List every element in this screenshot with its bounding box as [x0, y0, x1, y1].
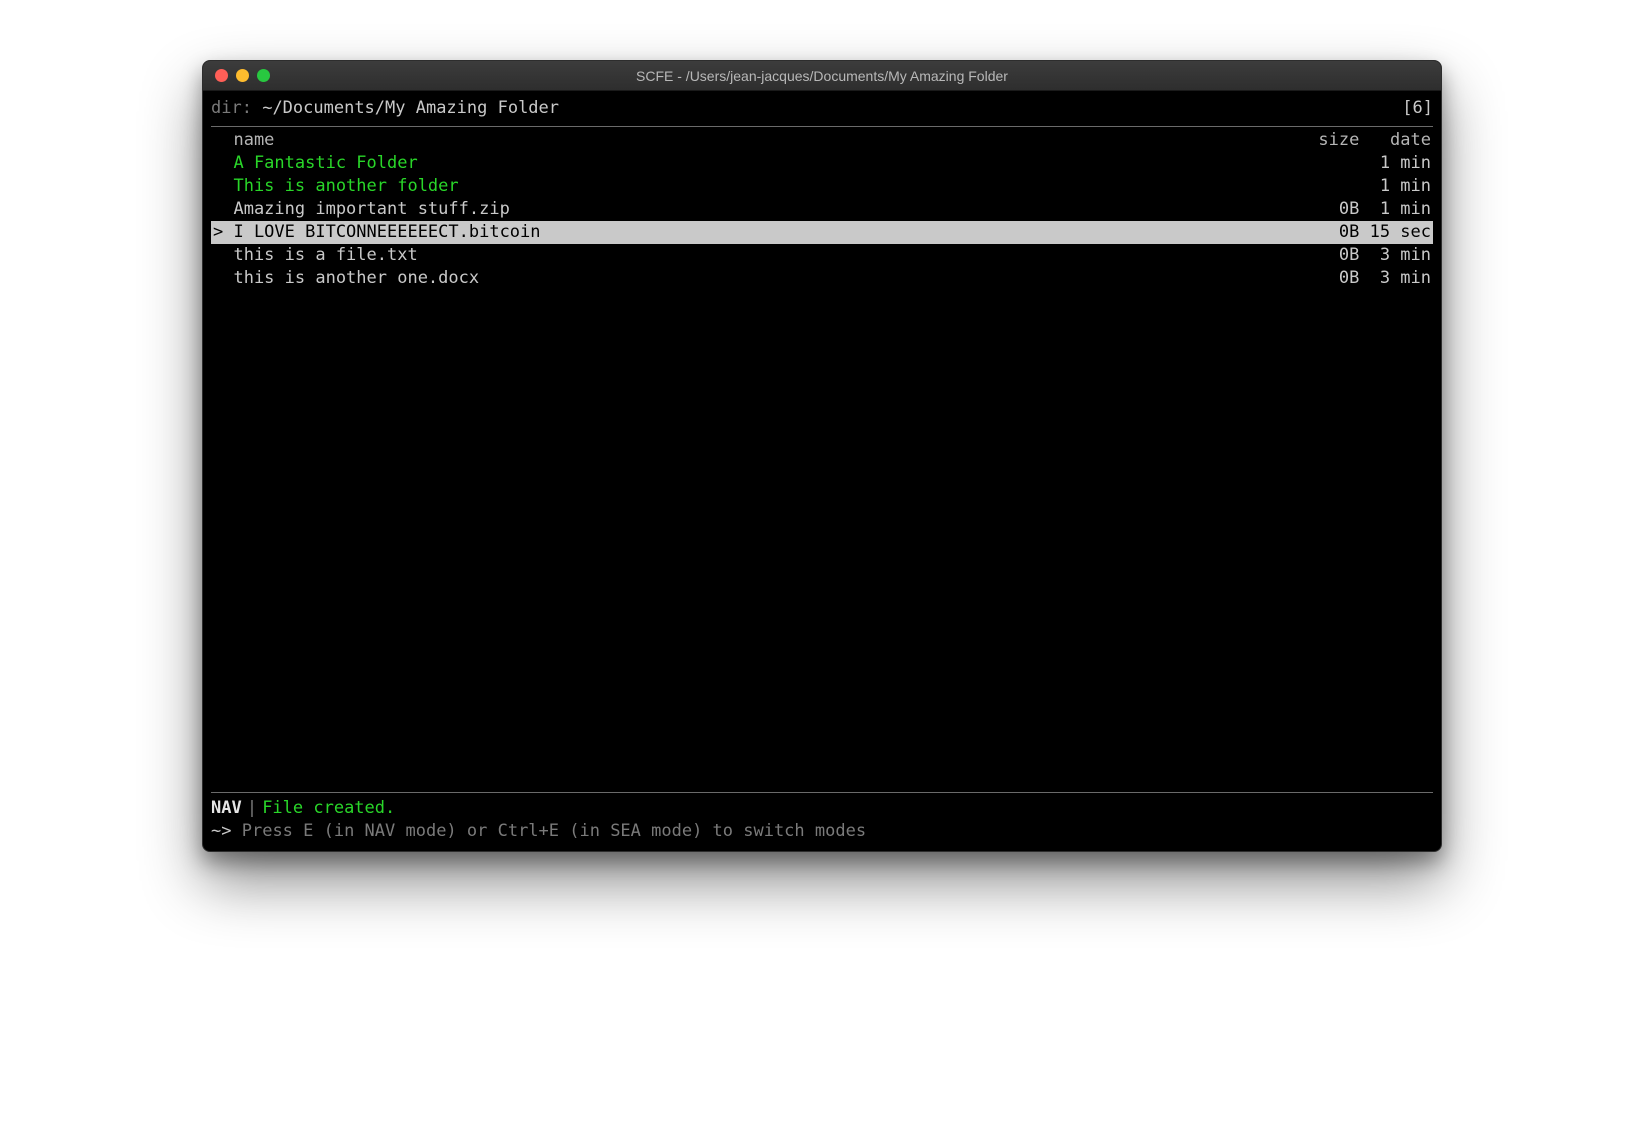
cursor-marker: >: [213, 221, 233, 244]
titlebar[interactable]: SCFE - /Users/jean-jacques/Documents/My …: [203, 61, 1441, 91]
entry-name: Amazing important stuff.zip: [233, 198, 1297, 221]
entry-date: 3 min: [1359, 244, 1431, 267]
entry-date: 1 min: [1359, 198, 1431, 221]
entry-name: A Fantastic Folder: [233, 152, 1297, 175]
dir-label: dir:: [211, 98, 252, 118]
list-item[interactable]: This is another folder 1 min: [211, 175, 1433, 198]
cursor-marker: [213, 198, 233, 221]
list-item[interactable]: this is another one.docx0B3 min: [211, 267, 1433, 290]
prompt-hint: Press E (in NAV mode) or Ctrl+E (in SEA …: [242, 821, 866, 841]
mode-indicator: NAV: [211, 797, 242, 820]
column-header-row: name size date: [211, 129, 1433, 152]
dir-count: [6]: [1402, 97, 1433, 120]
column-size: size: [1298, 129, 1359, 152]
file-list[interactable]: name size date A Fantastic Folder 1 min T…: [211, 129, 1433, 788]
divider-top: [211, 126, 1433, 127]
entry-size: 0B: [1298, 244, 1359, 267]
entry-date: 1 min: [1359, 152, 1431, 175]
cursor-gutter: [213, 129, 233, 152]
entry-date: 1 min: [1359, 175, 1431, 198]
prompt-symbol: ~>: [211, 821, 231, 841]
terminal-body[interactable]: dir: ~/Documents/My Amazing Folder [6] n…: [203, 91, 1441, 851]
column-name: name: [233, 129, 1297, 152]
entry-date: 15 sec: [1359, 221, 1431, 244]
entry-name: This is another folder: [233, 175, 1297, 198]
entry-name: this is another one.docx: [233, 267, 1297, 290]
column-date: date: [1359, 129, 1431, 152]
entry-size: [1298, 152, 1359, 175]
prompt-line[interactable]: ~> Press E (in NAV mode) or Ctrl+E (in S…: [211, 820, 1433, 843]
entry-size: [1298, 175, 1359, 198]
list-item[interactable]: > I LOVE BITCONNEEEEEECT.bitcoin0B15 sec: [211, 221, 1433, 244]
cursor-marker: [213, 244, 233, 267]
status-separator: |: [247, 797, 257, 820]
entry-size: 0B: [1298, 221, 1359, 244]
entry-size: 0B: [1298, 198, 1359, 221]
entry-date: 3 min: [1359, 267, 1431, 290]
cursor-marker: [213, 152, 233, 175]
status-message: File created.: [262, 797, 395, 820]
dir-line: dir: ~/Documents/My Amazing Folder [6]: [211, 97, 1433, 120]
entry-name: I LOVE BITCONNEEEEEECT.bitcoin: [233, 221, 1297, 244]
close-icon[interactable]: [215, 69, 228, 82]
zoom-icon[interactable]: [257, 69, 270, 82]
entry-size: 0B: [1298, 267, 1359, 290]
dir-path: ~/Documents/My Amazing Folder: [262, 98, 559, 118]
cursor-marker: [213, 267, 233, 290]
entry-name: this is a file.txt: [233, 244, 1297, 267]
window-title: SCFE - /Users/jean-jacques/Documents/My …: [203, 68, 1441, 84]
list-item[interactable]: A Fantastic Folder 1 min: [211, 152, 1433, 175]
minimize-icon[interactable]: [236, 69, 249, 82]
cursor-marker: [213, 175, 233, 198]
status-line: NAV | File created.: [211, 797, 1433, 820]
list-item[interactable]: this is a file.txt0B3 min: [211, 244, 1433, 267]
status-bar: NAV | File created. ~> Press E (in NAV m…: [211, 792, 1433, 843]
list-item[interactable]: Amazing important stuff.zip0B1 min: [211, 198, 1433, 221]
terminal-window: SCFE - /Users/jean-jacques/Documents/My …: [202, 60, 1442, 852]
traffic-lights: [203, 69, 270, 82]
